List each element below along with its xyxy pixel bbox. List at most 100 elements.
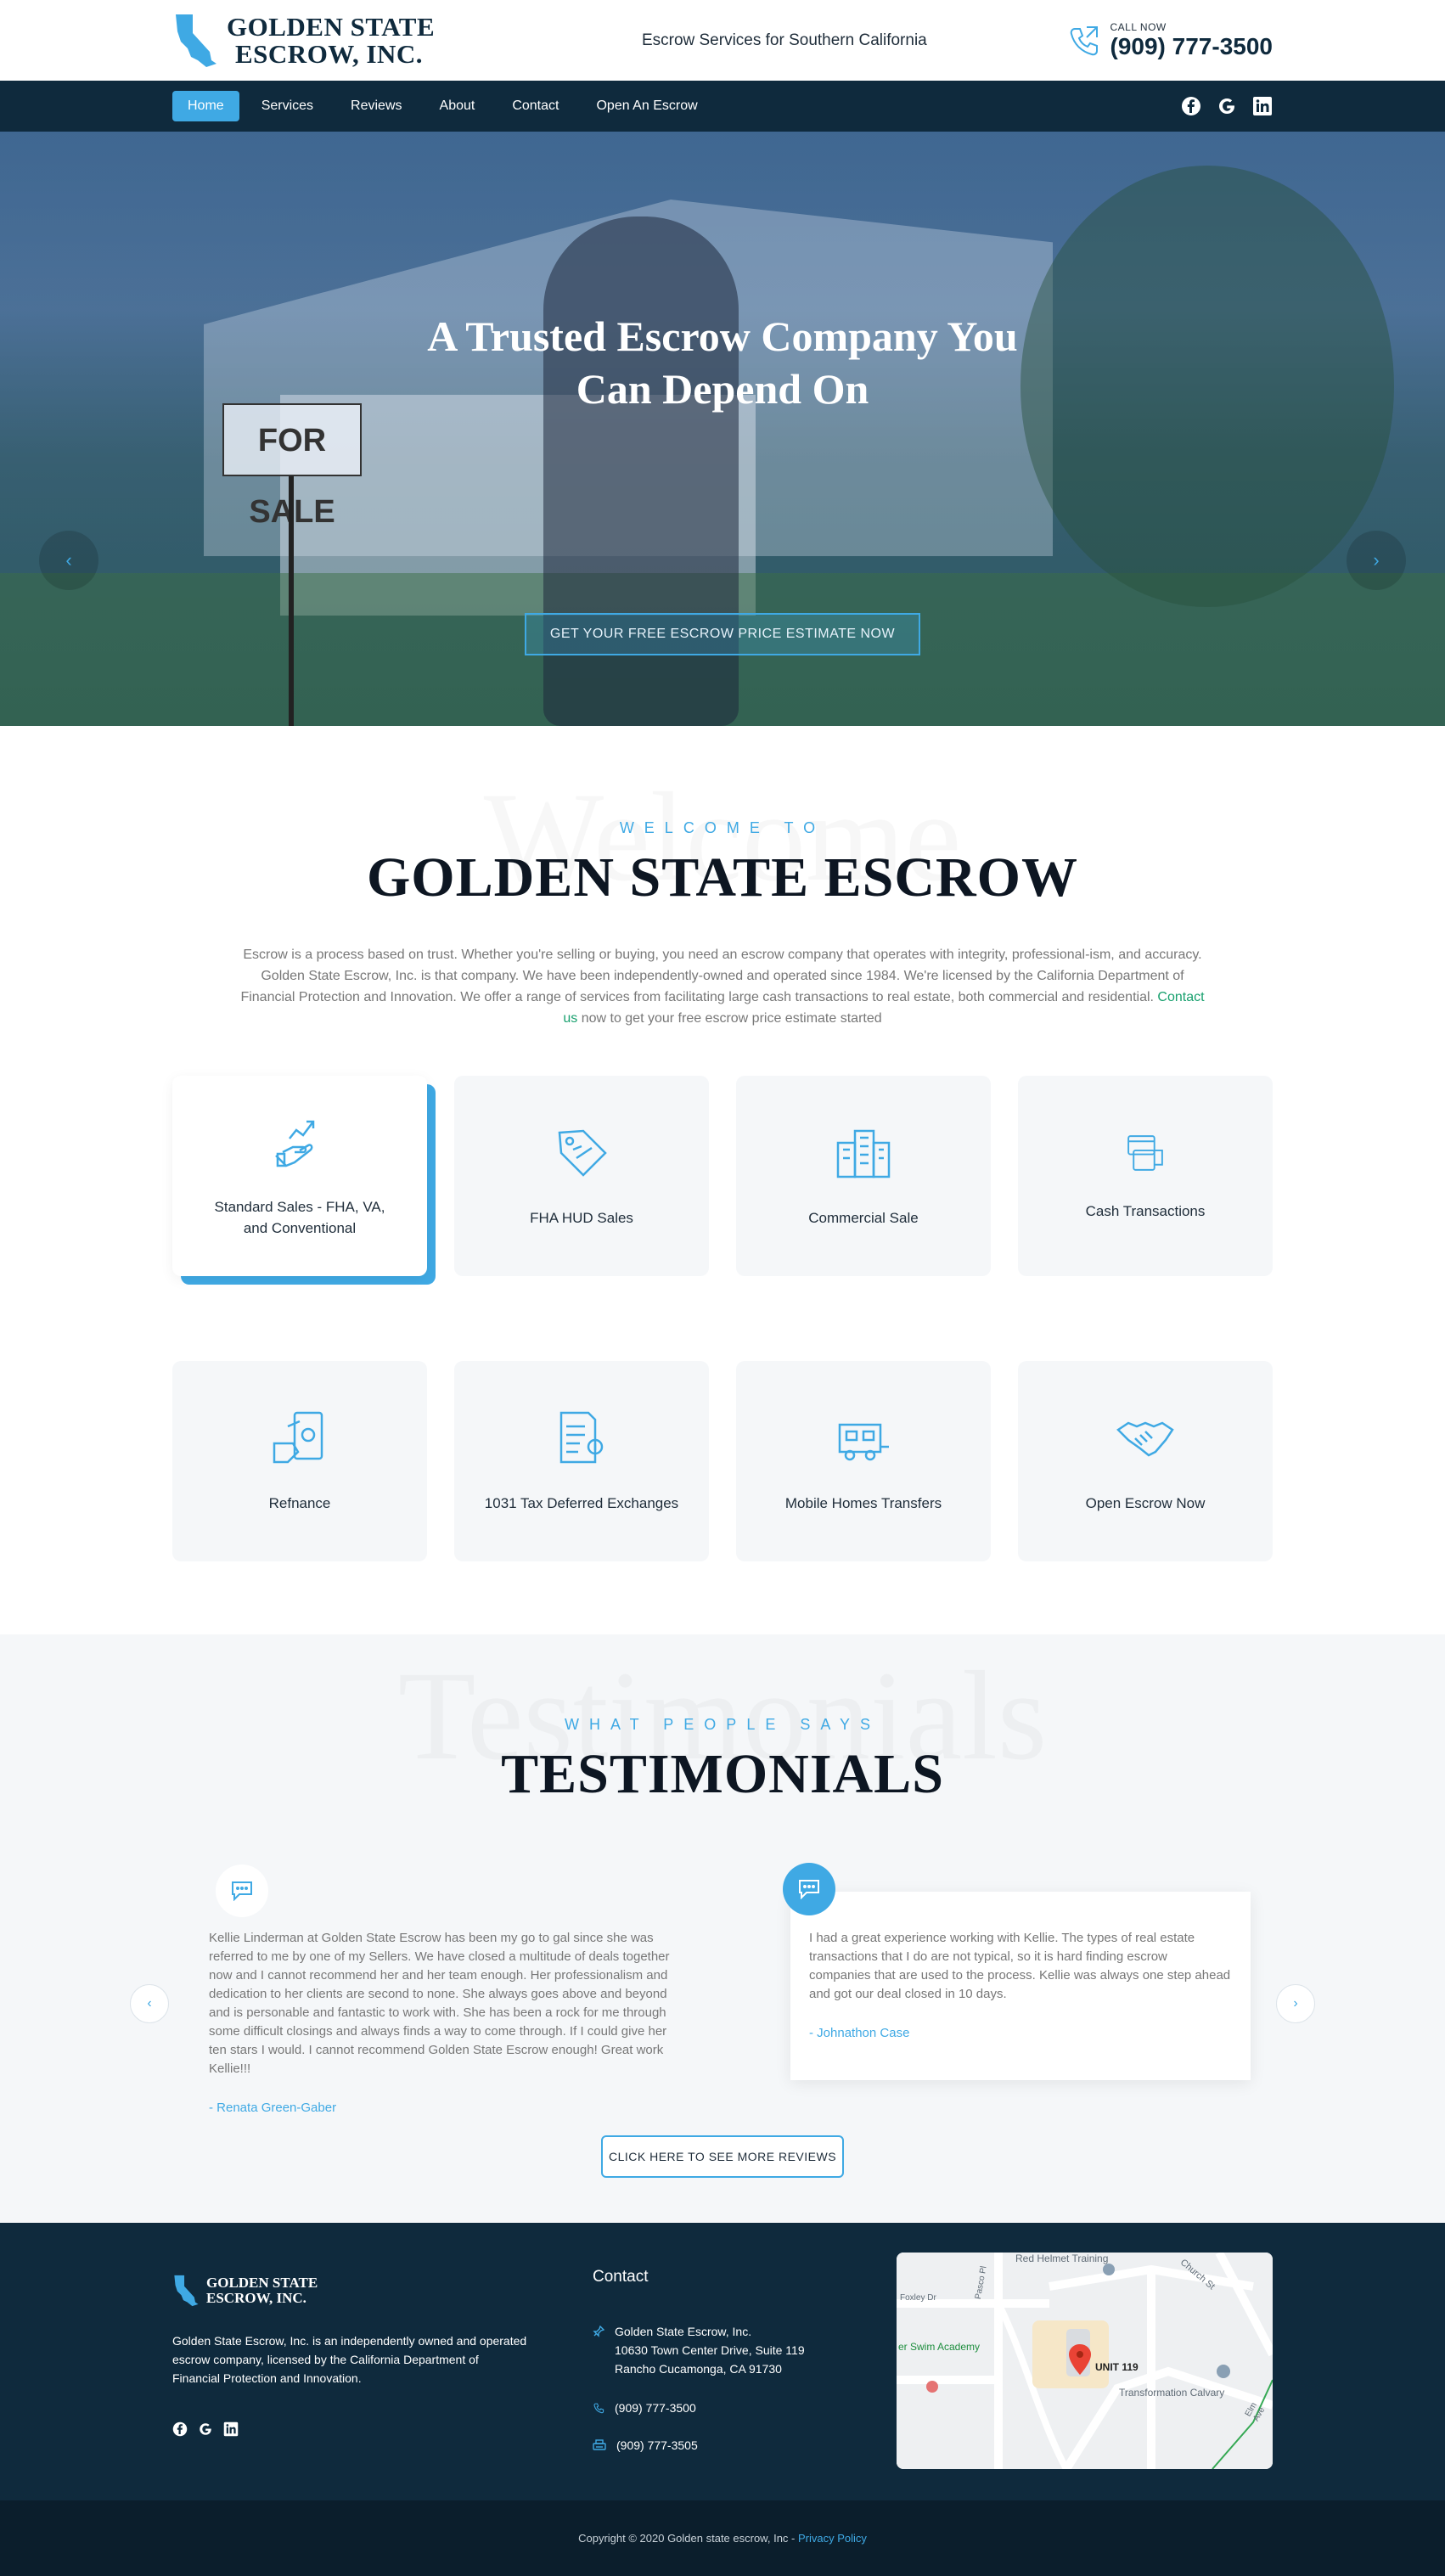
logo-line2: ESCROW, INC.	[235, 38, 424, 69]
service-label: 1031 Tax Deferred Exchanges	[484, 1494, 679, 1511]
handshake-icon	[1116, 1421, 1174, 1456]
nav-contact[interactable]: Contact	[497, 91, 574, 121]
service-card-open-escrow[interactable]: Open Escrow Now	[1018, 1361, 1273, 1561]
service-card-mobile-homes[interactable]: Mobile Homes Transfers	[736, 1361, 991, 1561]
call-now-label: CALL NOW	[1110, 20, 1167, 33]
service-card-refinance[interactable]: Refnance	[172, 1361, 427, 1561]
map-street2: Foxley Dr	[900, 2293, 936, 2303]
service-label: Cash Transactions	[1085, 1202, 1206, 1219]
sale-hand-icon	[275, 1120, 315, 1167]
header-phone[interactable]: (909) 777-3500	[1110, 33, 1273, 60]
nav-home[interactable]: Home	[172, 91, 239, 121]
map-place1: er Swim Academy	[898, 2341, 981, 2353]
testimonials-kicker: WHAT PEOPLE SAYS	[564, 1716, 881, 1733]
logo-line1: GOLDEN STATE	[227, 11, 436, 42]
footer-fax: (909) 777-3505	[616, 2438, 698, 2452]
testimonial-author: - Johnathon Case	[809, 2026, 910, 2040]
hero-title-line1: A Trusted Escrow Company You	[427, 312, 1018, 360]
california-map-icon	[176, 14, 216, 67]
building-icon	[836, 1129, 891, 1178]
facebook-icon[interactable]	[172, 2421, 188, 2441]
footer-about-text: Golden State Escrow, Inc. is an independ…	[172, 2334, 527, 2385]
testimonial-text: Kellie Linderman at Golden State Escrow …	[209, 1931, 670, 2076]
testimonials-next-arrow[interactable]: ›	[1276, 1984, 1315, 2023]
phone-icon	[593, 2403, 604, 2414]
testimonials-prev-arrow[interactable]: ‹	[130, 1984, 169, 2023]
main-nav: Home Services Reviews About Contact Open…	[0, 81, 1445, 132]
testimonial-card: I had a great experience working with Ke…	[790, 1892, 1251, 2080]
service-label: Open Escrow Now	[1085, 1494, 1206, 1511]
welcome-intro: Escrow is a process based on trust. Whet…	[238, 944, 1207, 1029]
address-line2: 10630 Town Center Drive, Suite 119	[615, 2343, 805, 2357]
services-grid: Standard Sales - FHA, VA, and Convention…	[172, 1076, 1273, 1561]
phone-icon	[1070, 25, 1098, 55]
intro-text: Escrow is a process based on trust. Whet…	[240, 948, 1202, 1004]
service-label: Standard Sales - FHA, VA, and Convention…	[214, 1199, 385, 1236]
footer-about: GOLDEN STATE ESCROW, INC. Golden State E…	[172, 2253, 593, 2469]
footer-fax-row: (909) 777-3505	[593, 2436, 897, 2455]
address-line3: Rancho Cucamonga, CA 91730	[615, 2362, 782, 2376]
site-logo[interactable]: GOLDEN STATE ESCROW, INC.	[172, 13, 435, 69]
linkedin-icon[interactable]	[1252, 96, 1273, 116]
testimonial-text: I had a great experience working with Ke…	[809, 1931, 1231, 2001]
privacy-policy-link[interactable]: Privacy Policy	[798, 2532, 867, 2545]
price-estimate-button[interactable]: GET YOUR FREE ESCROW PRICE ESTIMATE NOW	[525, 613, 920, 655]
nav-reviews[interactable]: Reviews	[335, 91, 417, 121]
linkedin-icon[interactable]	[223, 2421, 239, 2441]
call-now[interactable]: CALL NOW (909) 777-3500	[1066, 21, 1273, 60]
california-map-icon	[174, 2275, 199, 2307]
service-card-commercial[interactable]: Commercial Sale	[736, 1076, 991, 1276]
hero-next-arrow[interactable]: ›	[1347, 531, 1406, 590]
nav-open-escrow[interactable]: Open An Escrow	[581, 91, 712, 121]
testimonials-heading: TESTIMONIALS	[501, 1743, 944, 1805]
address-line1: Golden State Escrow, Inc.	[615, 2325, 752, 2338]
footer-address: Golden State Escrow, Inc. 10630 Town Cen…	[593, 2322, 897, 2378]
hero-prev-arrow[interactable]: ‹	[39, 531, 98, 590]
google-icon[interactable]	[198, 2421, 213, 2441]
hero-title-line2: Can Depend On	[576, 365, 869, 413]
map-place3: Red Helmet Training	[1015, 2253, 1109, 2264]
map-marker-label: UNIT 119	[1095, 2361, 1139, 2373]
copyright-text: Copyright © 2020 Golden state escrow, In…	[578, 2532, 796, 2545]
testimonials-section: Testimonials WHAT PEOPLE SAYS TESTIMONIA…	[0, 1634, 1445, 2223]
map-place2: Transformation Calvary	[1119, 2387, 1225, 2399]
location-map[interactable]: UNIT 119 er Swim Academy Transformation …	[897, 2253, 1273, 2469]
facebook-icon[interactable]	[1181, 96, 1201, 116]
service-card-standard-sales[interactable]: Standard Sales - FHA, VA, and Convention…	[172, 1076, 436, 1285]
service-card-cash[interactable]: Cash Transactions	[1018, 1076, 1273, 1276]
footer-logo[interactable]: GOLDEN STATE ESCROW, INC.	[172, 2274, 593, 2308]
service-label: Refnance	[268, 1494, 331, 1511]
hero-slider: FOR SALE A Trusted Escrow Company You Ca…	[0, 132, 1445, 726]
pin-icon	[593, 2326, 604, 2337]
intro-end-text: now to get your free escrow price estima…	[577, 1011, 882, 1026]
footer-social	[172, 2421, 593, 2441]
footer-phone-row[interactable]: (909) 777-3500	[593, 2399, 897, 2417]
fax-icon	[593, 2439, 606, 2450]
nav-about[interactable]: About	[425, 91, 491, 121]
mobile-home-icon	[838, 1423, 889, 1460]
welcome-kicker: WELCOME TO	[619, 819, 826, 836]
nav-social	[1181, 96, 1273, 116]
nav-services[interactable]: Services	[246, 91, 329, 121]
nav-menu: Home Services Reviews About Contact Open…	[172, 91, 713, 121]
testimonial-author: - Renata Green-Gaber	[209, 2101, 337, 2115]
google-icon[interactable]	[1217, 96, 1237, 116]
hero-title: A Trusted Escrow Company You Can Depend …	[0, 310, 1445, 415]
price-tag-icon	[558, 1129, 607, 1177]
footer-contact: Contact Golden State Escrow, Inc. 10630 …	[593, 2253, 897, 2469]
service-label: FHA HUD Sales	[530, 1209, 633, 1226]
service-label: Commercial Sale	[808, 1209, 919, 1226]
header-tagline: Escrow Services for Southern California	[641, 31, 927, 49]
footer-contact-heading: Contact	[593, 2268, 649, 2286]
service-card-fha-hud[interactable]: FHA HUD Sales	[454, 1076, 709, 1276]
tax-document-icon	[559, 1411, 604, 1463]
welcome-heading: GOLDEN STATE ESCROW	[366, 846, 1079, 908]
money-hand-icon	[273, 1411, 323, 1463]
service-card-1031[interactable]: 1031 Tax Deferred Exchanges	[454, 1361, 709, 1561]
footer-logo-line1: GOLDEN STATE	[206, 2275, 318, 2291]
testimonials-slider: ‹ Kellie Linderman at Golden State Escro…	[130, 1861, 1315, 2124]
footer: GOLDEN STATE ESCROW, INC. Golden State E…	[0, 2223, 1445, 2500]
sign-post	[289, 476, 294, 726]
chat-bubble-icon	[216, 1865, 268, 1917]
more-reviews-button[interactable]: CLICK HERE TO SEE MORE REVIEWS	[601, 2135, 844, 2178]
